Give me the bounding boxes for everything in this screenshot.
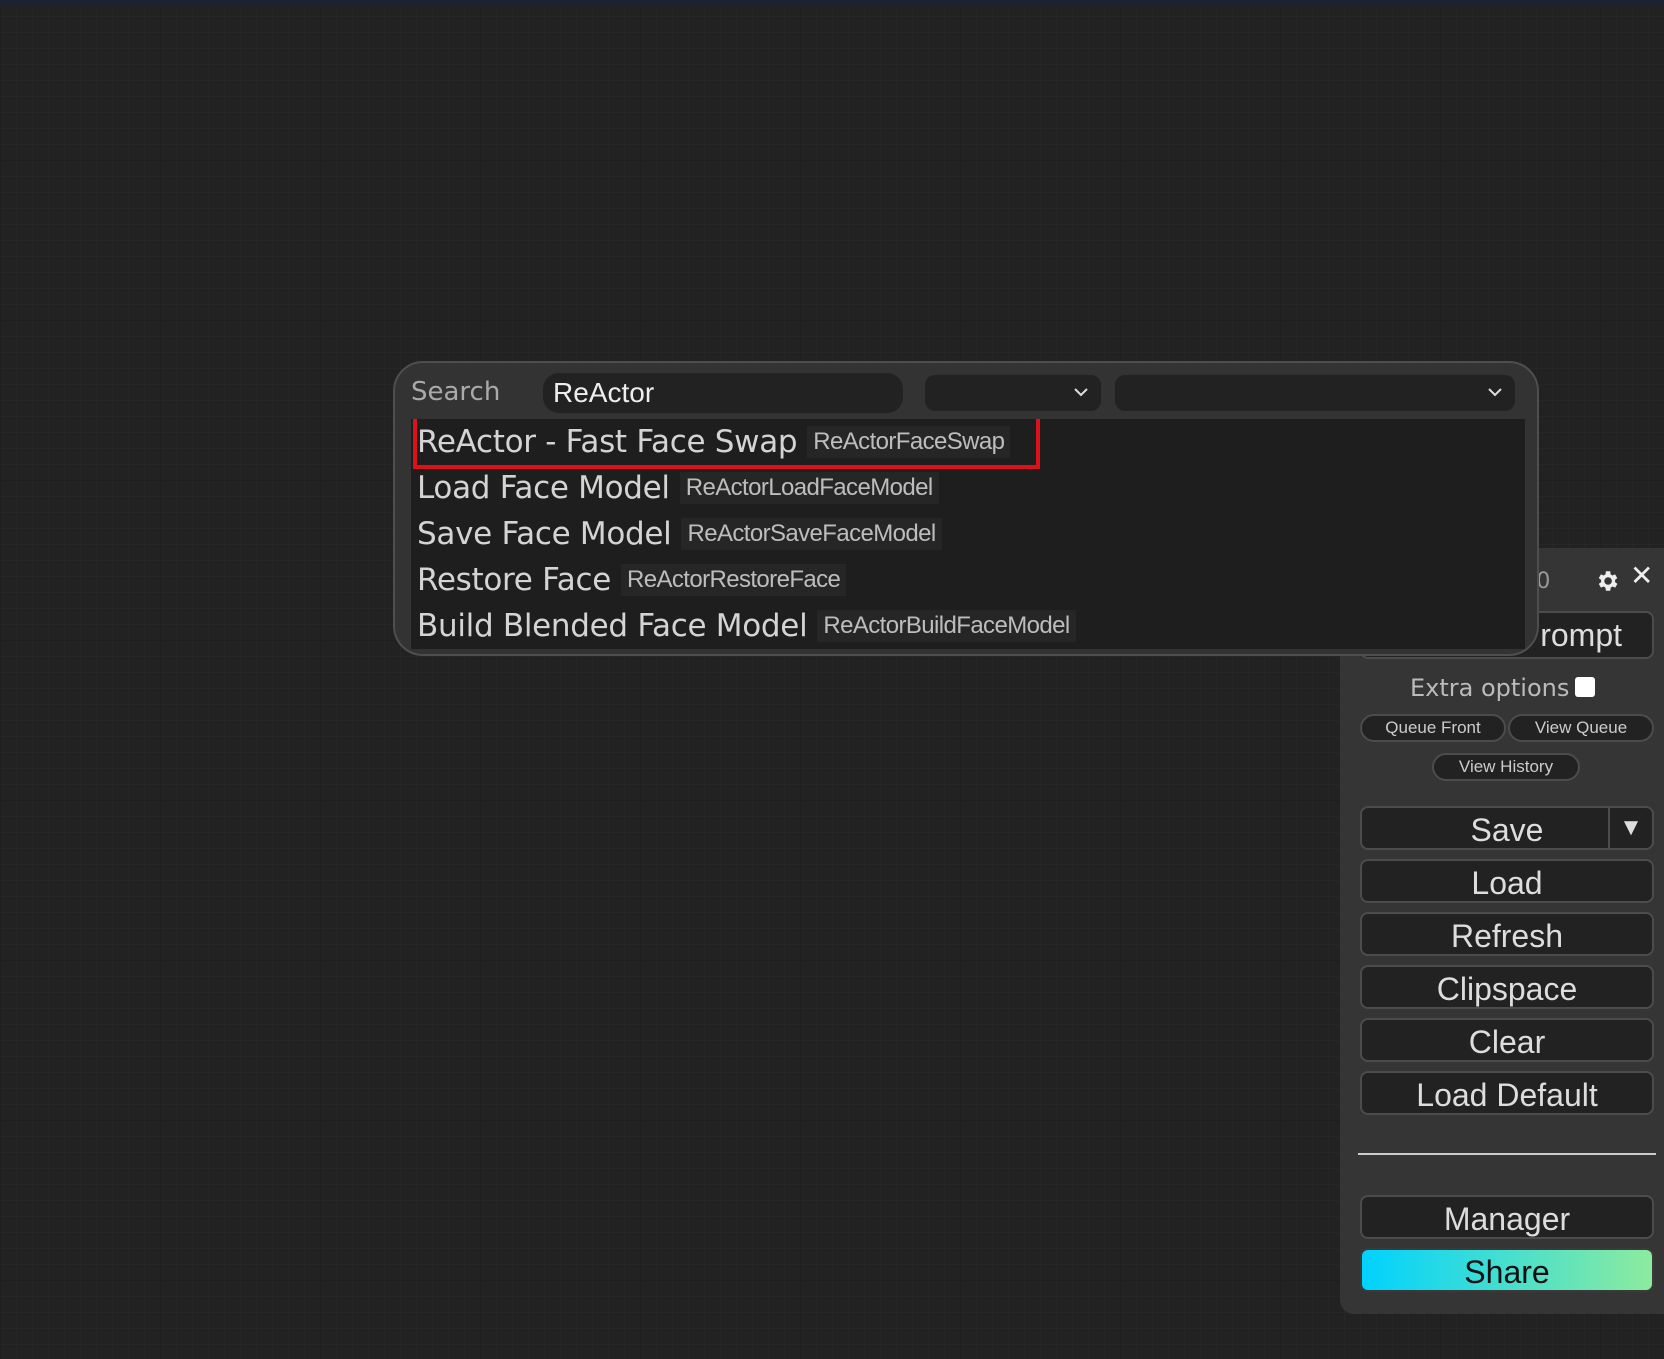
result-type: ReActorBuildFaceModel bbox=[817, 610, 1076, 642]
clipspace-button[interactable]: Clipspace bbox=[1360, 965, 1654, 1009]
clear-button[interactable]: Clear bbox=[1360, 1018, 1654, 1062]
node-search-dialog: Search ReActor ReActor - Fast Face Swap … bbox=[393, 361, 1539, 656]
chevron-down-icon bbox=[1074, 388, 1088, 397]
output-type-filter-select[interactable] bbox=[1115, 375, 1515, 411]
search-result-reactor-faceswap[interactable]: ReActor - Fast Face Swap ReActorFaceSwap bbox=[412, 419, 1041, 469]
view-history-button[interactable]: View History bbox=[1432, 753, 1580, 781]
top-border bbox=[0, 0, 1664, 6]
search-results-list: ReActor - Fast Face Swap ReActorFaceSwap… bbox=[411, 419, 1525, 649]
search-label: Search bbox=[411, 377, 501, 407]
extra-options-label: Extra options bbox=[1410, 674, 1570, 702]
manager-button[interactable]: Manager bbox=[1360, 1195, 1654, 1239]
save-button-label: Save bbox=[1470, 812, 1544, 848]
chevron-down-icon bbox=[1488, 388, 1502, 397]
menu-divider bbox=[1358, 1153, 1656, 1155]
save-button[interactable]: Save ▼ bbox=[1360, 806, 1654, 850]
input-type-filter-select[interactable] bbox=[925, 375, 1101, 411]
side-menu: : 0 ✕ rompt Extra options Queue Front Vi… bbox=[1340, 548, 1664, 1314]
result-name: ReActor - Fast Face Swap bbox=[417, 424, 798, 460]
search-result-restore-face[interactable]: Restore Face ReActorRestoreFace bbox=[417, 557, 847, 603]
gear-icon[interactable] bbox=[1594, 568, 1620, 594]
view-queue-button[interactable]: View Queue bbox=[1508, 714, 1654, 742]
result-name: Save Face Model bbox=[417, 516, 672, 552]
load-default-button[interactable]: Load Default bbox=[1360, 1071, 1654, 1115]
search-result-load-face-model[interactable]: Load Face Model ReActorLoadFaceModel bbox=[417, 465, 939, 511]
queue-front-button[interactable]: Queue Front bbox=[1360, 714, 1506, 742]
search-input[interactable]: ReActor bbox=[543, 373, 903, 413]
refresh-button[interactable]: Refresh bbox=[1360, 912, 1654, 956]
share-button[interactable]: Share bbox=[1360, 1248, 1654, 1292]
search-result-save-face-model[interactable]: Save Face Model ReActorSaveFaceModel bbox=[417, 511, 942, 557]
load-button[interactable]: Load bbox=[1360, 859, 1654, 903]
save-dropdown-arrow-icon[interactable]: ▼ bbox=[1608, 808, 1652, 848]
search-result-build-blended-face-model[interactable]: Build Blended Face Model ReActorBuildFac… bbox=[417, 603, 1076, 649]
result-type: ReActorLoadFaceModel bbox=[679, 472, 939, 504]
result-type: ReActorRestoreFace bbox=[620, 564, 847, 596]
extra-options-checkbox[interactable] bbox=[1575, 677, 1595, 697]
result-name: Load Face Model bbox=[417, 470, 670, 506]
result-type: ReActorFaceSwap bbox=[807, 426, 1011, 458]
close-icon[interactable]: ✕ bbox=[1630, 562, 1653, 590]
result-type: ReActorSaveFaceModel bbox=[681, 518, 942, 550]
result-name: Restore Face bbox=[417, 562, 611, 598]
result-name: Build Blended Face Model bbox=[417, 608, 808, 644]
